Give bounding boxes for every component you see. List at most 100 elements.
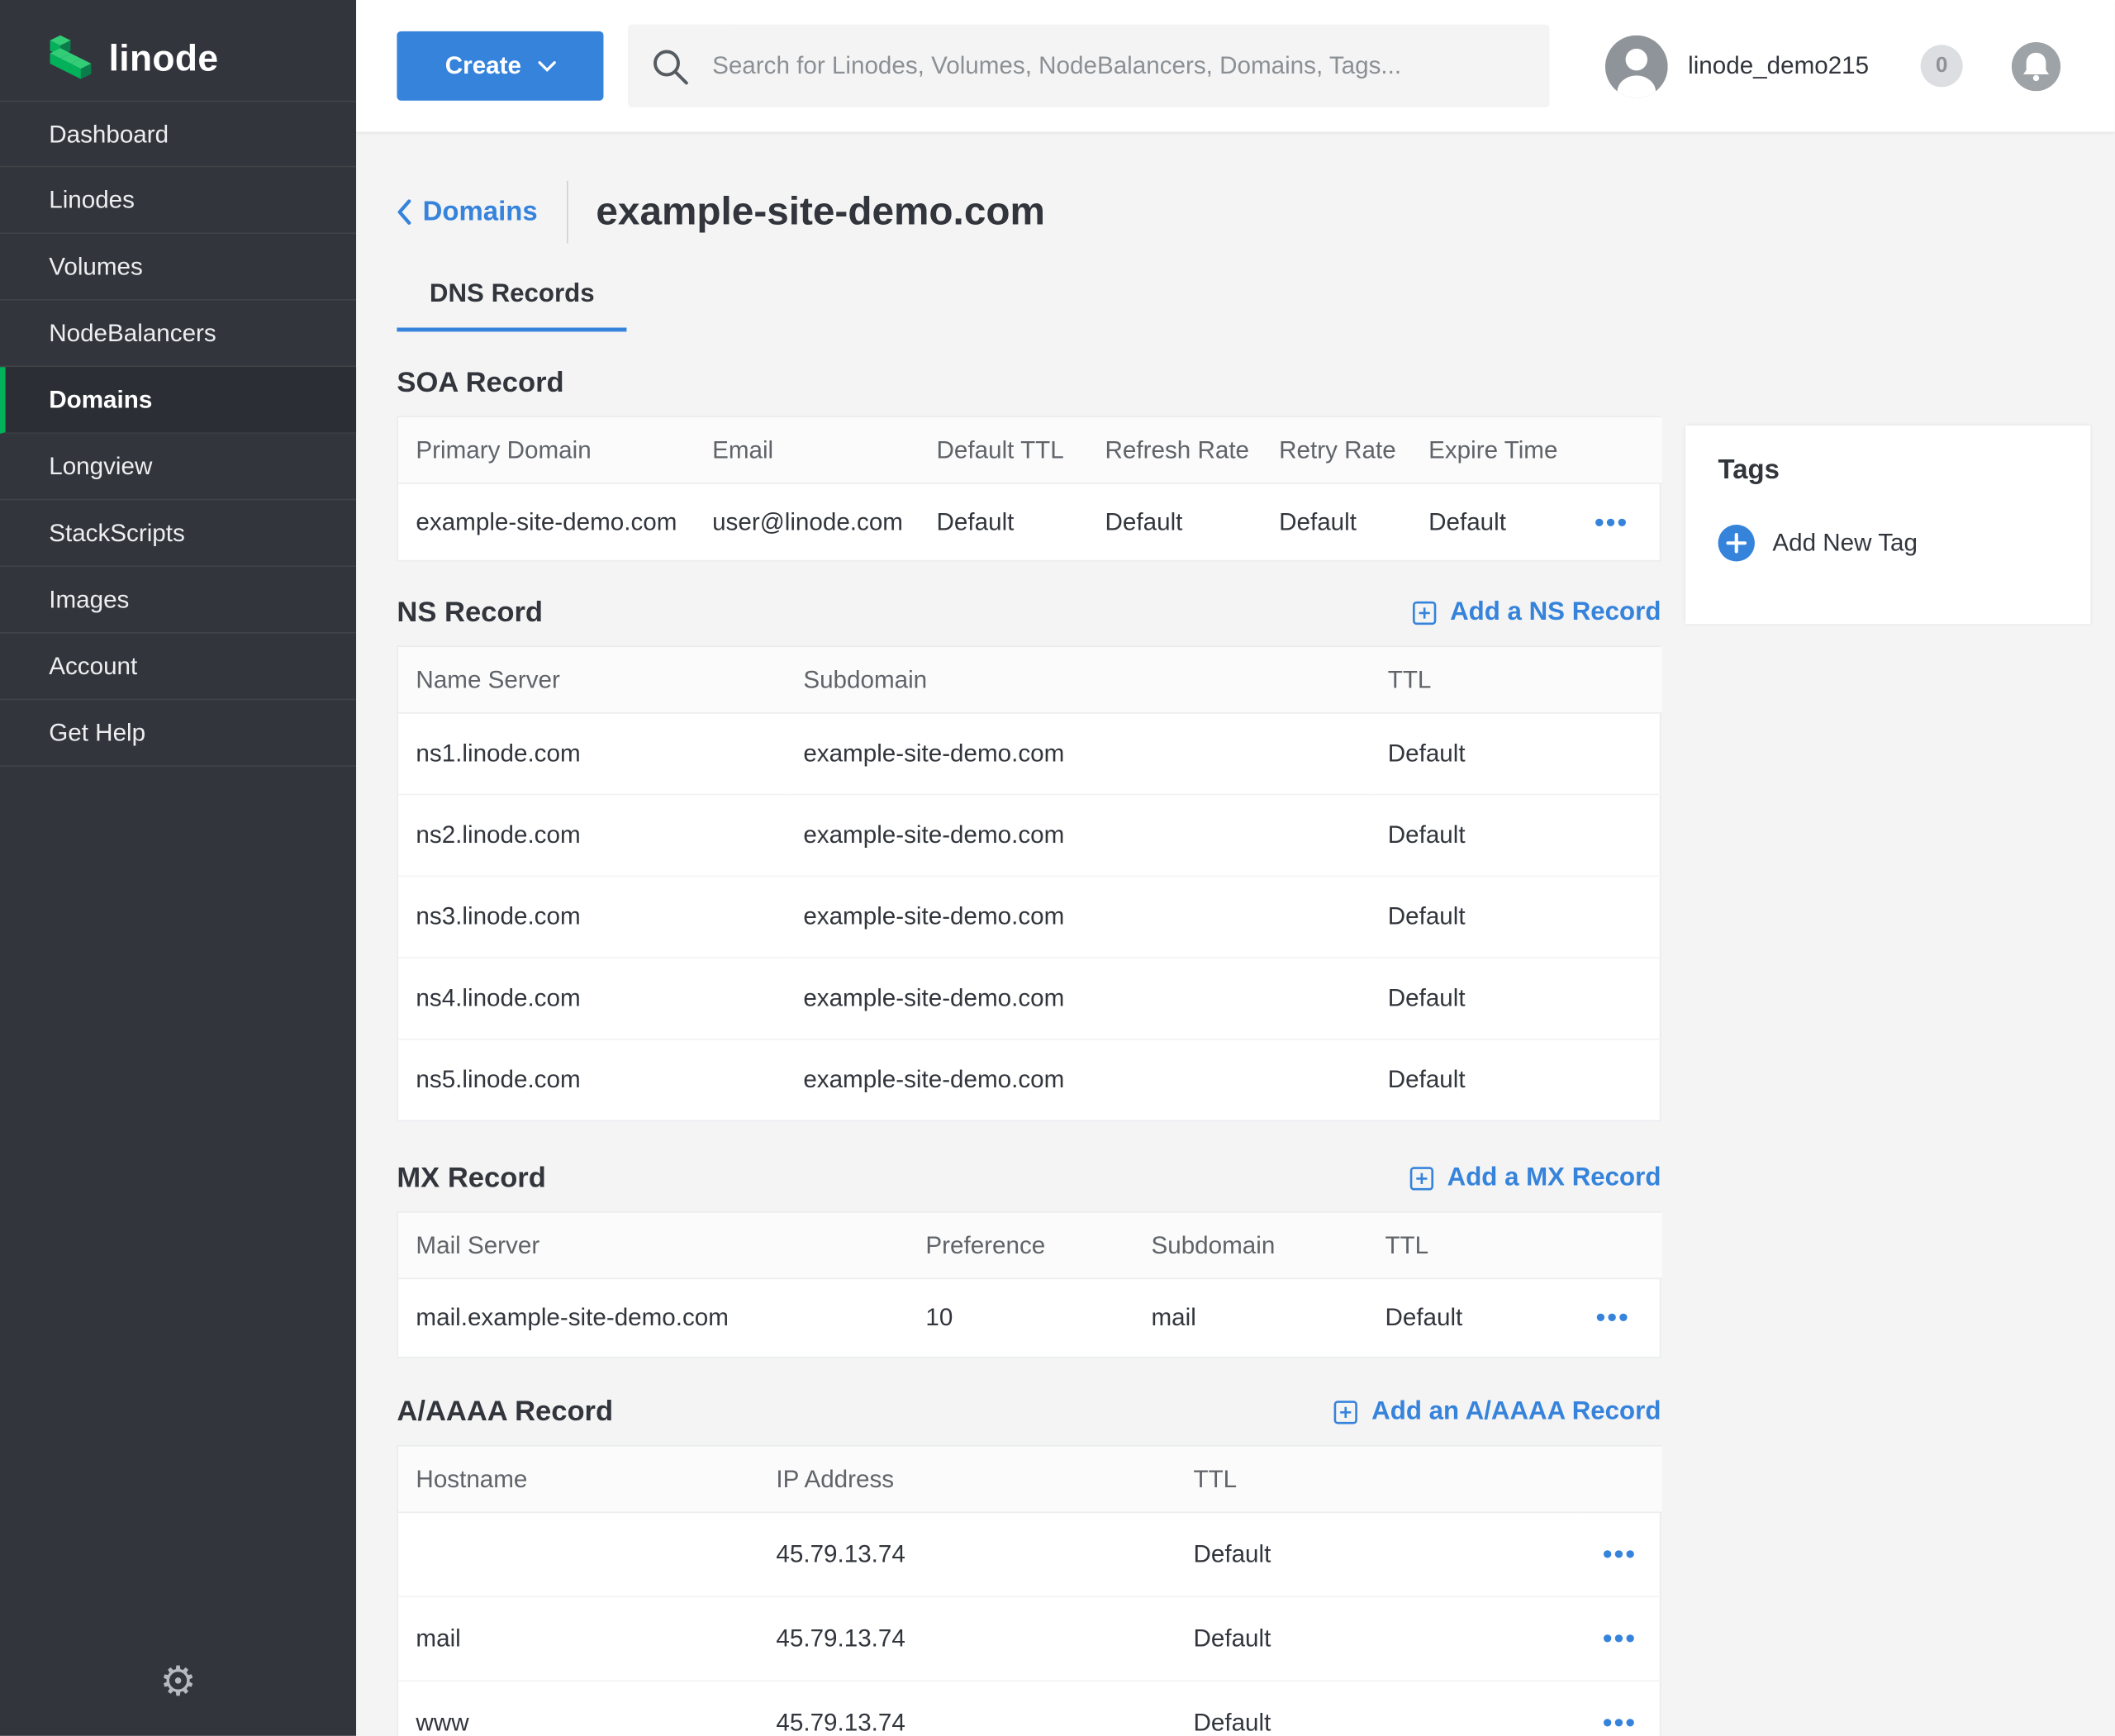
plus-square-icon [1333,1401,1358,1425]
row-actions-icon[interactable]: ••• [1595,1707,1645,1736]
col-header: Hostname [398,1446,758,1512]
col-header: Expire Time [1411,417,1561,483]
table-row: ns4.linode.com example-site-demo.com Def… [398,958,1662,1039]
col-header: Primary Domain [398,417,695,483]
add-a-record-link[interactable]: Add an A/AAAA Record [1333,1397,1661,1427]
cell-mail-server: mail.example-site-demo.com [398,1278,908,1357]
col-header: Preference [908,1213,1134,1279]
soa-heading: SOA Record [397,367,563,399]
a-record-section: A/AAAA Record Add an A/AAAA Record [397,1396,1661,1736]
cell-subdomain: example-site-demo.com [786,795,1370,877]
sidebar-item-images[interactable]: Images [0,567,356,634]
sidebar-item-volumes[interactable]: Volumes [0,234,356,301]
chevron-left-icon [397,198,411,226]
search-input[interactable] [710,50,1528,82]
cell-subdomain: example-site-demo.com [786,1039,1370,1120]
cell-name-server: ns4.linode.com [398,958,786,1039]
bell-icon[interactable] [2012,41,2060,90]
cell-hostname [398,1512,758,1596]
col-header: Email [695,417,919,483]
create-button[interactable]: Create [397,31,603,101]
tab-dns-records[interactable]: DNS Records [397,280,627,332]
gear-icon[interactable]: ⚙ [0,1658,356,1706]
topbar: Create linode_demo215 0 [356,0,2115,132]
table-header-row: Primary Domain Email Default TTL Refresh… [398,417,1662,483]
cell-ttl: Default [1370,795,1662,877]
cell-ip-address: 45.79.13.74 [758,1512,1176,1596]
cell-ttl: Default [1370,876,1662,958]
table-row: mail 45.79.13.74 Default ••• [398,1596,1662,1681]
tab-bar: DNS Records [397,280,1661,332]
sidebar-item-longview[interactable]: Longview [0,434,356,501]
sidebar-item-linodes[interactable]: Linodes [0,167,356,234]
a-table: Hostname IP Address TTL 45.79.13.74 Defa… [397,1445,1661,1736]
notification-count-badge[interactable]: 0 [1921,45,1963,87]
cell-subdomain: mail [1134,1278,1367,1357]
cell-ttl: Default [1176,1596,1576,1681]
sidebar-item-get-help[interactable]: Get Help [0,700,356,767]
col-header: Default TTL [919,417,1087,483]
cell-name-server: ns3.linode.com [398,876,786,958]
table-header-row: Mail Server Preference Subdomain TTL [398,1213,1662,1279]
add-new-tag-button[interactable]: Add New Tag [1718,525,2058,561]
table-row: mail.example-site-demo.com 10 mail Defau… [398,1278,1662,1357]
cell-refresh-rate: Default [1087,483,1262,560]
cell-ttl: Default [1367,1278,1563,1357]
row-actions-icon[interactable]: ••• [1586,507,1637,538]
cell-name-server: ns5.linode.com [398,1039,786,1120]
breadcrumb-domains-link[interactable]: Domains [397,197,537,228]
sidebar-item-stackscripts[interactable]: StackScripts [0,500,356,567]
ns-heading: NS Record [397,597,543,629]
table-header-row: Hostname IP Address TTL [398,1446,1662,1512]
linode-logo[interactable]: linode [0,0,356,82]
ns-table: Name Server Subdomain TTL ns1.linode.com… [397,645,1661,1121]
tags-heading: Tags [1718,455,2058,487]
add-mx-record-link[interactable]: Add a MX Record [1409,1163,1661,1193]
avatar[interactable] [1605,35,1668,98]
col-header: Retry Rate [1262,417,1411,483]
soa-table: Primary Domain Email Default TTL Refresh… [397,416,1661,561]
add-a-record-label: Add an A/AAAA Record [1371,1397,1661,1427]
table-row: www 45.79.13.74 Default ••• [398,1681,1662,1736]
cell-name-server: ns2.linode.com [398,795,786,877]
divider [568,181,569,244]
search-icon [649,45,690,86]
sidebar-item-dashboard[interactable]: Dashboard [0,101,356,168]
table-row: ns2.linode.com example-site-demo.com Def… [398,795,1662,877]
sidebar-nav: Dashboard Linodes Volumes NodeBalancers … [0,101,356,767]
mx-table: Mail Server Preference Subdomain TTL mai… [397,1211,1661,1358]
add-ns-record-link[interactable]: Add a NS Record [1412,598,1661,628]
chevron-down-icon [538,60,555,71]
sidebar-item-account[interactable]: Account [0,634,356,701]
col-header: Name Server [398,647,786,713]
col-header: TTL [1370,647,1662,713]
row-actions-icon[interactable]: ••• [1595,1539,1645,1570]
cell-ttl: Default [1370,713,1662,795]
soa-record-section: SOA Record Primary Domain Email Default [397,367,1661,561]
search-bar[interactable] [628,25,1549,107]
col-header: IP Address [758,1446,1176,1512]
col-header: Subdomain [786,647,1370,713]
sidebar: linode Dashboard Linodes Volumes NodeBal… [0,0,356,1736]
tags-panel: Tags Add New Tag [1685,426,2090,624]
sidebar-item-nodebalancers[interactable]: NodeBalancers [0,301,356,368]
cell-hostname: www [398,1681,758,1736]
table-row: 45.79.13.74 Default ••• [398,1512,1662,1596]
add-ns-record-label: Add a NS Record [1450,598,1661,628]
plus-square-icon [1412,601,1437,625]
col-header: TTL [1367,1213,1563,1279]
create-button-label: Create [445,52,521,81]
main-content: Domains example-site-demo.com DNS Record… [356,132,2115,1736]
row-actions-icon[interactable]: ••• [1588,1302,1638,1334]
row-actions-icon[interactable]: ••• [1595,1623,1645,1654]
page-head: Domains example-site-demo.com [397,177,1661,248]
col-header-actions [1576,1446,1662,1512]
cell-ttl: Default [1176,1512,1576,1596]
table-row: ns5.linode.com example-site-demo.com Def… [398,1039,1662,1120]
logo-text: linode [109,37,219,79]
cell-ip-address: 45.79.13.74 [758,1681,1176,1736]
sidebar-item-domains[interactable]: Domains [0,367,356,434]
table-row: ns3.linode.com example-site-demo.com Def… [398,876,1662,958]
table-row: ns1.linode.com example-site-demo.com Def… [398,713,1662,795]
a-heading: A/AAAA Record [397,1396,613,1429]
